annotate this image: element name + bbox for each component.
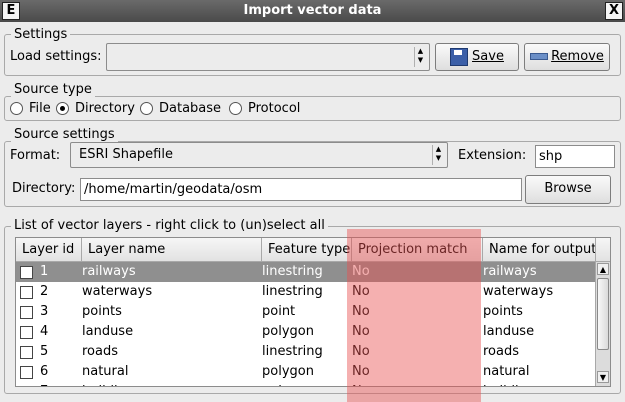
cell-layer-id: 6 [40,364,49,379]
row-checkbox[interactable] [20,286,33,299]
format-value: ESRI Shapefile [79,147,173,162]
cell-layer-id: 4 [40,324,49,339]
cell-layer-name: points [82,304,122,319]
cell-layer-id: 7 [34,382,82,386]
cell-feature-type: linestring [262,264,323,279]
cell-projection-match: No [346,382,483,386]
table-vertical-scrollbar[interactable]: ▲ ▼ [595,262,610,386]
cell-layer-id: 5 [40,344,49,359]
table-row[interactable]: 7 buildings polygon No buildings [16,382,596,387]
save-button-label: Save [472,49,504,64]
cell-feature-type: polygon [262,324,314,339]
radio-database-label: Database [159,101,222,116]
radio-file[interactable] [10,102,23,115]
column-header-projection-match[interactable]: Projection match [352,238,483,262]
cell-feature-type: linestring [262,284,323,299]
layers-group-title: List of vector layers - right click to (… [11,218,328,233]
directory-input[interactable]: /home/martin/geodata/osm [80,178,522,201]
radio-directory[interactable] [56,102,69,115]
table-row[interactable]: 4 landuse polygon No landuse [16,322,596,342]
row-checkbox[interactable] [20,306,33,319]
settings-group-title: Settings [11,27,71,42]
cell-output-name[interactable]: railways [477,262,596,282]
cell-projection-match: No [352,364,370,379]
column-header-layer-name[interactable]: Layer name [82,238,262,262]
cell-projection-match: No [352,304,370,319]
cell-projection-match: No [352,344,370,359]
remove-icon [530,53,549,60]
row-checkbox[interactable] [20,266,33,279]
radio-file-label: File [29,101,51,116]
radio-database[interactable] [140,102,153,115]
table-row[interactable]: 3 points point No points [16,302,596,322]
cell-feature-type: linestring [262,344,323,359]
radio-protocol[interactable] [229,102,242,115]
load-settings-combo[interactable]: ▲ ▼ [106,43,430,71]
close-button[interactable]: X [605,2,623,20]
cell-layer-id: 1 [40,264,49,279]
format-label: Format: [10,148,61,163]
row-checkbox[interactable] [20,346,33,359]
cell-layer-name: waterways [82,284,153,299]
scrollbar-thumb[interactable] [597,278,609,350]
window-title: Import vector data [243,3,382,18]
cell-layer-name: natural [82,364,129,379]
column-header-output-name[interactable]: Name for output [483,238,596,262]
cell-layer-name: railways [82,264,136,279]
radio-protocol-label: Protocol [248,101,301,116]
cell-output-name[interactable]: waterways [477,282,596,302]
cell-feature-type: polygon [256,382,352,386]
scroll-down-icon[interactable]: ▼ [597,371,609,383]
cell-feature-type: polygon [262,364,314,379]
cell-layer-name: buildings [76,382,262,386]
window-titlebar: Import vector data [0,0,625,22]
source-settings-group-title: Source settings [11,127,118,142]
cell-output-name[interactable]: landuse [477,322,596,342]
table-row[interactable]: 5 roads linestring No roads [16,342,596,362]
spin-arrows-icon: ▲ ▼ [414,47,426,67]
cell-output-name[interactable]: roads [477,342,596,362]
cell-output-name[interactable]: buildings [477,382,596,386]
cell-output-name[interactable]: natural [477,362,596,382]
column-header-filler [596,238,610,262]
row-checkbox[interactable] [20,326,33,339]
directory-label: Directory: [12,181,76,196]
browse-button[interactable]: Browse [525,175,611,204]
table-row[interactable]: 1 railways linestring No railways [16,262,596,282]
spin-arrows-icon: ▲ ▼ [432,145,444,165]
cell-projection-match: No [352,284,370,299]
cell-layer-id: 2 [40,284,49,299]
scroll-up-icon[interactable]: ▲ [597,263,609,275]
cell-projection-match: No [352,264,370,279]
save-button[interactable]: Save [435,43,519,71]
remove-button-label: Remove [551,49,604,64]
table-row[interactable]: 2 waterways linestring No waterways [16,282,596,302]
table-row[interactable]: 6 natural polygon No natural [16,362,596,382]
load-settings-label: Load settings: [10,49,102,64]
format-combo[interactable]: ESRI Shapefile ▲ ▼ [70,142,448,168]
layers-table[interactable]: Layer id Layer name Feature type Project… [15,237,611,387]
cell-layer-name: landuse [82,324,134,339]
floppy-disk-icon [450,47,469,66]
column-header-feature-type[interactable]: Feature type [262,238,352,262]
app-menu-icon[interactable]: E [2,2,20,20]
extension-input[interactable]: shp [535,145,615,168]
row-checkbox[interactable] [20,366,33,379]
row-checkbox[interactable] [20,386,33,387]
cell-feature-type: point [262,304,296,319]
cell-output-name[interactable]: points [477,302,596,322]
remove-button[interactable]: Remove [524,43,610,71]
source-type-group-title: Source type [11,82,95,97]
cell-layer-id: 3 [40,304,49,319]
column-header-layer-id[interactable]: Layer id [16,238,82,262]
extension-label: Extension: [458,148,527,163]
cell-layer-name: roads [82,344,119,359]
radio-directory-label: Directory [75,101,135,116]
cell-projection-match: No [352,324,370,339]
